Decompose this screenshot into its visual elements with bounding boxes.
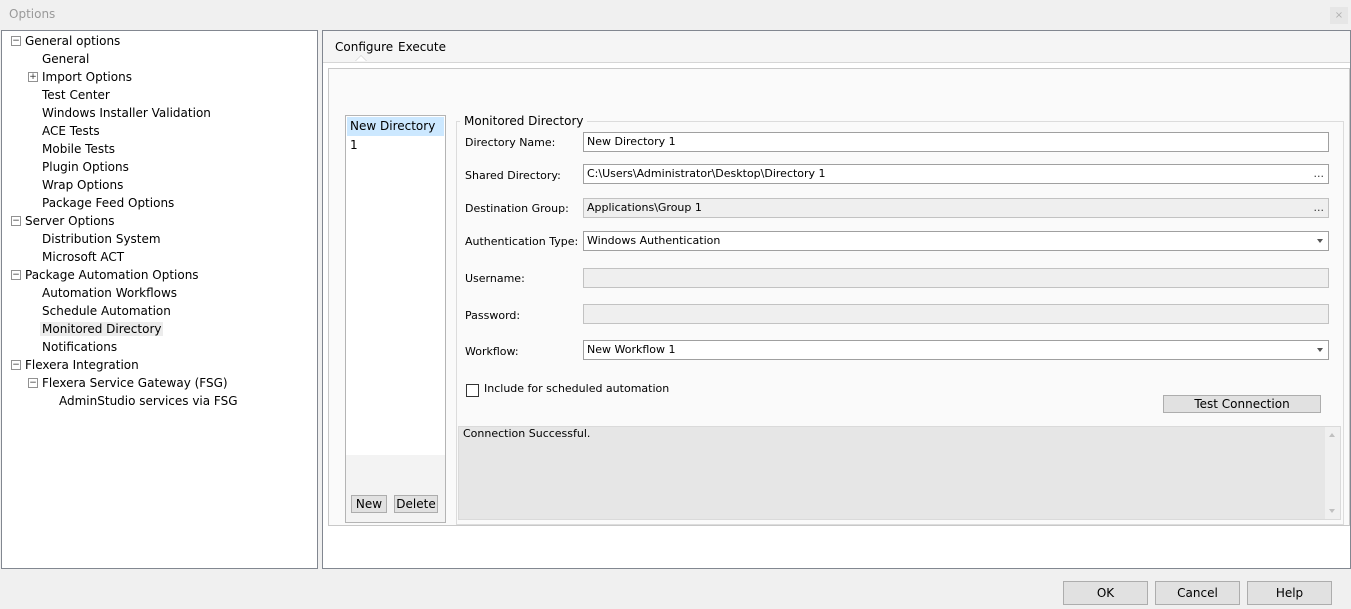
test-connection-button[interactable]: Test Connection	[1163, 395, 1321, 413]
include-scheduled-checkbox[interactable]	[466, 384, 479, 397]
directory-list[interactable]: New Directory 1	[345, 115, 446, 457]
tree-item-label: Package Automation Options	[25, 268, 199, 282]
tree-item-label: AdminStudio services via FSG	[59, 394, 238, 408]
close-icon: ×	[1334, 10, 1344, 21]
tree-item[interactable]: Test Center	[42, 86, 110, 104]
options-tree: − General options General + Import Options Te…	[1, 30, 318, 569]
scroll-down-icon[interactable]	[1329, 509, 1335, 513]
tree-item[interactable]: − Server Options	[11, 212, 115, 230]
chevron-down-icon	[1317, 348, 1323, 352]
workflow-value: New Workflow 1	[587, 343, 676, 356]
tab-execute[interactable]: Execute	[398, 40, 446, 54]
tree-item[interactable]: ACE Tests	[42, 122, 100, 140]
delete-directory-button[interactable]: Delete	[394, 495, 438, 513]
tree-item-label: General	[42, 52, 90, 66]
tree-item-label: Notifications	[42, 340, 118, 354]
tree-item[interactable]: Distribution System	[42, 230, 161, 248]
tree-item[interactable]: Schedule Automation	[42, 302, 171, 320]
directory-list-actions: New Delete	[345, 455, 446, 523]
tree-item[interactable]: + Import Options	[28, 68, 132, 86]
tree-item-label: Monitored Directory	[40, 322, 164, 336]
tree-item[interactable]: Package Feed Options	[42, 194, 174, 212]
help-button[interactable]: Help	[1247, 581, 1332, 605]
tree-item[interactable]: − General options	[11, 32, 121, 50]
tree-item-label: Windows Installer Validation	[42, 106, 211, 120]
shared-directory-label: Shared Directory:	[465, 169, 561, 182]
tree-item-label: Test Center	[42, 88, 110, 102]
shared-directory-input[interactable]: C:\Users\Administrator\Desktop\Directory…	[583, 164, 1329, 184]
tree-item-label: Server Options	[25, 214, 115, 228]
tree-item[interactable]: Plugin Options	[42, 158, 129, 176]
tree-item[interactable]: Windows Installer Validation	[42, 104, 211, 122]
tree-item-label: Microsoft ACT	[42, 250, 125, 264]
destination-group-label: Destination Group:	[465, 202, 569, 215]
tab-strip: Configure Execute	[323, 31, 1350, 63]
workflow-select[interactable]: New Workflow 1	[583, 340, 1329, 360]
title-bar: Options ×	[0, 0, 1351, 30]
tree-item[interactable]: Wrap Options	[42, 176, 123, 194]
tree-item[interactable]: AdminStudio services via FSG	[59, 392, 238, 410]
username-label: Username:	[465, 272, 525, 285]
tree-item-label: Mobile Tests	[42, 142, 116, 156]
password-label: Password:	[465, 309, 521, 322]
browse-shared-directory-button[interactable]: ...	[1314, 165, 1325, 183]
new-directory-button[interactable]: New	[351, 495, 387, 513]
tree-item-label: Schedule Automation	[42, 304, 171, 318]
collapse-icon[interactable]: −	[11, 360, 21, 370]
tree-item-label: ACE Tests	[42, 124, 100, 138]
tree-item-label: General options	[25, 34, 121, 48]
group-title: Monitored Directory	[460, 114, 588, 128]
cancel-button[interactable]: Cancel	[1155, 581, 1240, 605]
tree-item[interactable]: − Flexera Service Gateway (FSG)	[28, 374, 228, 392]
tree-item-label: Flexera Service Gateway (FSG)	[42, 376, 228, 390]
connection-result-text: Connection Successful.	[463, 427, 591, 440]
directory-name-label: Directory Name:	[465, 136, 556, 149]
directory-list-item[interactable]: New Directory 1	[347, 117, 444, 152]
authentication-type-select[interactable]: Windows Authentication	[583, 231, 1329, 251]
workflow-label: Workflow:	[465, 345, 519, 358]
tree-item[interactable]: Automation Workflows	[42, 284, 177, 302]
directory-name-value: New Directory 1	[587, 135, 676, 148]
expand-icon[interactable]: +	[28, 72, 38, 82]
content-panel: Configure Execute New Directory 1 New De…	[322, 30, 1351, 569]
result-scrollbar[interactable]	[1325, 427, 1340, 519]
tree-item-label: Flexera Integration	[25, 358, 139, 372]
destination-group-value: Applications\Group 1	[587, 201, 702, 214]
collapse-icon[interactable]: −	[11, 216, 21, 226]
scroll-up-icon[interactable]	[1329, 433, 1335, 437]
tree-item[interactable]: General	[42, 50, 89, 68]
browse-destination-group-button[interactable]: ...	[1314, 199, 1325, 217]
password-input[interactable]	[583, 304, 1329, 324]
tree-item[interactable]: Monitored Directory	[40, 320, 164, 338]
tree-item[interactable]: Mobile Tests	[42, 140, 115, 158]
tree-item-label: Automation Workflows	[42, 286, 178, 300]
connection-result-box: Connection Successful.	[458, 426, 1341, 520]
tree-item-label: Distribution System	[42, 232, 161, 246]
username-input[interactable]	[583, 268, 1329, 288]
active-tab-indicator	[355, 55, 367, 61]
chevron-down-icon	[1317, 239, 1323, 243]
collapse-icon[interactable]: −	[11, 270, 21, 280]
include-scheduled-label[interactable]: Include for scheduled automation	[484, 382, 669, 395]
tree-item-label: Wrap Options	[42, 178, 124, 192]
tree-item[interactable]: − Flexera Integration	[11, 356, 139, 374]
tab-configure[interactable]: Configure	[335, 40, 393, 54]
tree-item[interactable]: Notifications	[42, 338, 117, 356]
tree-item-label: Plugin Options	[42, 160, 129, 174]
tree-item[interactable]: − Package Automation Options	[11, 266, 199, 284]
close-button[interactable]: ×	[1330, 7, 1348, 24]
shared-directory-value: C:\Users\Administrator\Desktop\Directory…	[587, 167, 826, 180]
tree-item[interactable]: Microsoft ACT	[42, 248, 124, 266]
window-title: Options	[9, 7, 56, 21]
authentication-type-label: Authentication Type:	[465, 235, 579, 248]
collapse-icon[interactable]: −	[11, 36, 21, 46]
authentication-type-value: Windows Authentication	[587, 234, 721, 247]
destination-group-input[interactable]: Applications\Group 1 ...	[583, 198, 1329, 218]
tree-item-label: Import Options	[42, 70, 132, 84]
ok-button[interactable]: OK	[1063, 581, 1148, 605]
directory-name-input[interactable]: New Directory 1	[583, 132, 1329, 152]
collapse-icon[interactable]: −	[28, 378, 38, 388]
configure-frame: New Directory 1 New Delete Monitored Dir…	[328, 68, 1350, 526]
tree-item-label: Package Feed Options	[42, 196, 175, 210]
